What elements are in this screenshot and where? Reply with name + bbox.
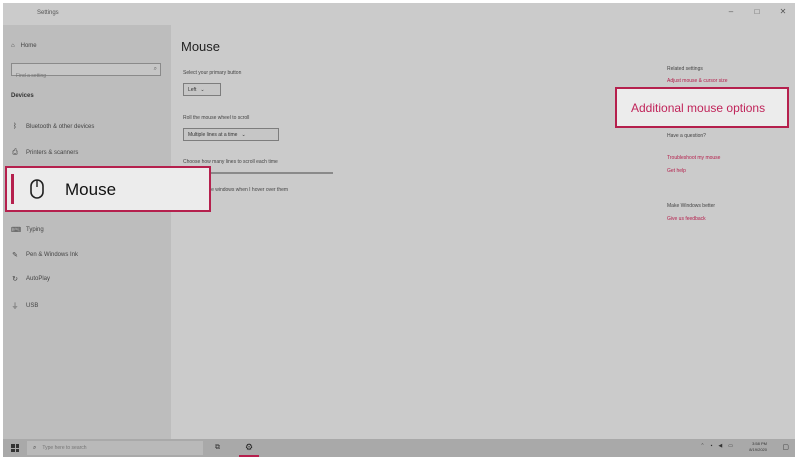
clock-date: 8/19/2020 <box>749 447 767 452</box>
sidebar-item-printers[interactable]: ⎙ Printers & scanners <box>11 149 78 157</box>
home-label: Home <box>20 43 37 49</box>
bluetooth-icon: ᛒ <box>12 123 18 130</box>
settings-gear-icon[interactable]: ⚙ <box>239 440 259 457</box>
sidebar-item-label: Typing <box>26 227 44 233</box>
primary-button-label: Select your primary button <box>183 70 242 76</box>
feedback-link[interactable]: Give us feedback <box>667 216 706 222</box>
get-help-link[interactable]: Get help <box>667 168 686 174</box>
sidebar-item-label: AutoPlay <box>26 276 51 282</box>
minimize-button[interactable]: – <box>725 7 737 16</box>
sidebar-item-usb[interactable]: ⏚ USB <box>11 301 39 311</box>
troubleshoot-link[interactable]: Troubleshoot my mouse <box>667 155 720 161</box>
volume-icon[interactable]: ◀ <box>718 443 722 449</box>
question-heading: Have a question? <box>667 133 706 139</box>
adjust-cursor-link[interactable]: Adjust mouse & cursor size <box>667 78 728 84</box>
home-icon: ⌂ <box>11 43 15 49</box>
mouse-icon <box>30 179 44 199</box>
keyboard-icon: ⌨ <box>11 227 22 234</box>
primary-button-value: Left <box>188 86 197 93</box>
usb-icon: ⏚ <box>11 303 19 310</box>
chevron-down-icon: ⌄ <box>241 131 246 138</box>
autoplay-icon: ↻ <box>12 276 18 283</box>
windows-better-heading: Make Windows better <box>667 203 716 209</box>
window-title: Settings <box>37 10 59 16</box>
battery-icon[interactable]: ▭ <box>728 443 733 449</box>
printer-icon: ⎙ <box>12 149 18 156</box>
page-title: Mouse <box>181 39 221 54</box>
taskbar-search-input[interactable] <box>42 445 193 451</box>
maximize-button[interactable]: □ <box>751 7 763 16</box>
settings-window: Settings – □ ✕ ⌂ Home ⌕ Devices ᛒ Blueto… <box>3 3 795 457</box>
window-controls: – □ ✕ <box>725 7 789 16</box>
primary-button-dropdown[interactable]: Left ⌄ <box>183 83 221 96</box>
title-bar: Settings – □ ✕ <box>3 3 795 25</box>
search-icon: ⌕ <box>153 66 157 72</box>
start-button[interactable] <box>11 444 19 452</box>
taskbar: ⌕ ⧉ ⚙ ⌃ ▪ ◀ ▭ 3:58 PM 8/19/2020 ▢ <box>3 439 795 457</box>
sidebar-item-label: USB <box>26 303 39 309</box>
additional-mouse-options-link[interactable]: Additional mouse options <box>615 87 789 128</box>
sidebar-item-mouse[interactable]: Mouse <box>5 166 211 212</box>
sidebar-item-label: Pen & Windows Ink <box>26 252 79 258</box>
search-icon: ⌕ <box>33 444 37 451</box>
chevron-up-icon[interactable]: ⌃ <box>700 443 704 449</box>
sidebar-home[interactable]: ⌂ Home <box>11 43 37 49</box>
additional-mouse-options-label: Additional mouse options <box>631 100 766 115</box>
close-button[interactable]: ✕ <box>777 7 789 16</box>
taskbar-clock[interactable]: 3:58 PM 8/19/2020 <box>749 441 767 453</box>
settings-search[interactable]: ⌕ <box>11 63 161 82</box>
system-tray: ⌃ ▪ ◀ ▭ <box>700 443 733 449</box>
taskbar-search[interactable]: ⌕ <box>27 441 203 455</box>
scroll-value: Multiple lines at a time <box>188 131 238 138</box>
sidebar-item-bluetooth[interactable]: ᛒ Bluetooth & other devices <box>11 123 95 130</box>
scroll-label: Roll the mouse wheel to scroll <box>183 115 250 121</box>
chevron-down-icon: ⌄ <box>200 86 205 93</box>
sidebar-item-label: Bluetooth & other devices <box>26 123 95 130</box>
notification-icon[interactable]: ▢ <box>782 443 789 451</box>
sidebar-item-label: Printers & scanners <box>26 150 79 156</box>
sidebar: ⌂ Home ⌕ Devices ᛒ Bluetooth & other dev… <box>3 25 171 439</box>
related-settings-heading: Related settings <box>667 66 703 72</box>
section-devices: Devices <box>11 93 34 99</box>
task-view-icon[interactable]: ⧉ <box>215 444 220 452</box>
pen-icon: ✎ <box>12 252 18 259</box>
network-icon[interactable]: ▪ <box>711 443 713 449</box>
sidebar-item-pen[interactable]: ✎ Pen & Windows Ink <box>11 251 78 259</box>
sidebar-item-label: Mouse <box>65 180 117 199</box>
lines-label: Choose how many lines to scroll each tim… <box>183 159 278 165</box>
windows-logo-icon <box>11 444 15 448</box>
settings-search-input[interactable] <box>12 70 142 82</box>
scroll-dropdown[interactable]: Multiple lines at a time ⌄ <box>183 128 279 141</box>
sidebar-item-autoplay[interactable]: ↻ AutoPlay <box>11 275 50 283</box>
sidebar-item-typing[interactable]: ⌨ Typing <box>11 226 44 234</box>
selection-indicator <box>11 174 14 204</box>
